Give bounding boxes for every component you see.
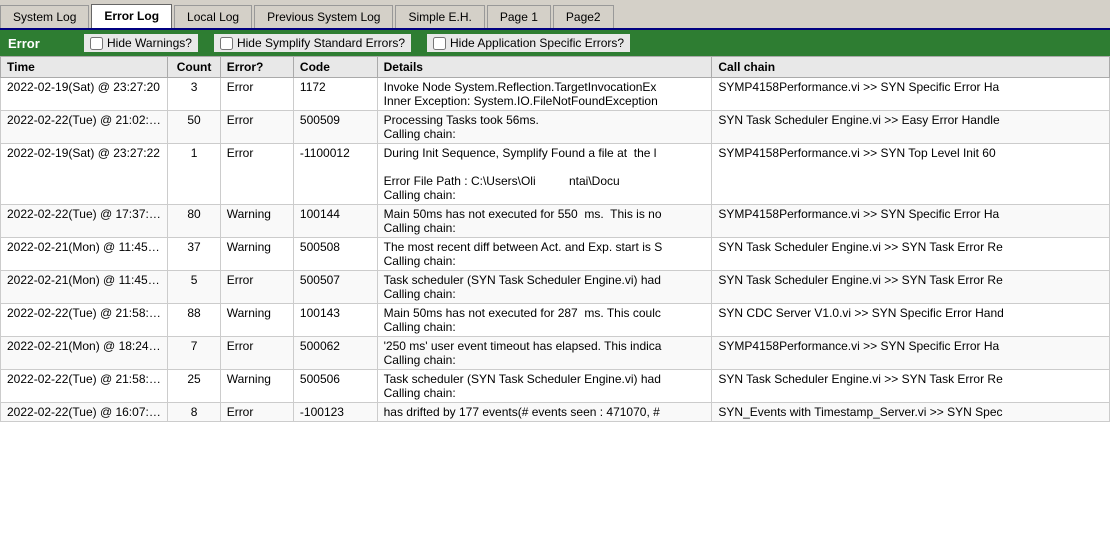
- cell-error: Error: [220, 271, 293, 304]
- cell-error: Warning: [220, 304, 293, 337]
- tab-simple-eh[interactable]: Simple E.H.: [395, 5, 484, 28]
- cell-count: 7: [168, 337, 220, 370]
- cell-chain: SYMP4158Performance.vi >> SYN Specific E…: [712, 205, 1110, 238]
- cell-chain: SYN CDC Server V1.0.vi >> SYN Specific E…: [712, 304, 1110, 337]
- cell-chain: SYN Task Scheduler Engine.vi >> Easy Err…: [712, 111, 1110, 144]
- cell-count: 1: [168, 144, 220, 205]
- cell-error: Warning: [220, 205, 293, 238]
- cell-details: Main 50ms has not executed for 550 ms. T…: [377, 205, 712, 238]
- table-row[interactable]: 2022-02-22(Tue) @ 17:37:4180Warning10014…: [1, 205, 1110, 238]
- cell-chain: SYN_Events with Timestamp_Server.vi >> S…: [712, 403, 1110, 422]
- cell-details: Processing Tasks took 56ms. Calling chai…: [377, 111, 712, 144]
- cell-code: 100144: [293, 205, 377, 238]
- log-table-container: Time Count Error? Code Details Call chai…: [0, 56, 1110, 538]
- tab-page2[interactable]: Page2: [553, 5, 614, 28]
- cell-error: Error: [220, 403, 293, 422]
- cell-error: Warning: [220, 370, 293, 403]
- table-row[interactable]: 2022-02-21(Mon) @ 11:45:1537Warning50050…: [1, 238, 1110, 271]
- cell-time: 2022-02-21(Mon) @ 11:45:16: [1, 271, 168, 304]
- cell-count: 5: [168, 271, 220, 304]
- cell-chain: SYN Task Scheduler Engine.vi >> SYN Task…: [712, 370, 1110, 403]
- cell-details: The most recent diff between Act. and Ex…: [377, 238, 712, 271]
- cell-code: 500508: [293, 238, 377, 271]
- tab-local-log[interactable]: Local Log: [174, 5, 252, 28]
- cell-time: 2022-02-22(Tue) @ 21:58:18: [1, 304, 168, 337]
- filter-bar: Error Hide Warnings? Hide Symplify Stand…: [0, 30, 1110, 56]
- cell-chain: SYN Task Scheduler Engine.vi >> SYN Task…: [712, 271, 1110, 304]
- table-row[interactable]: 2022-02-22(Tue) @ 21:58:1925Warning50050…: [1, 370, 1110, 403]
- table-row[interactable]: 2022-02-22(Tue) @ 21:02:3050Error500509P…: [1, 111, 1110, 144]
- cell-time: 2022-02-21(Mon) @ 18:24:41: [1, 337, 168, 370]
- cell-chain: SYMP4158Performance.vi >> SYN Top Level …: [712, 144, 1110, 205]
- hide-app-filter[interactable]: Hide Application Specific Errors?: [427, 34, 630, 52]
- col-header-time: Time: [1, 57, 168, 78]
- col-header-code: Code: [293, 57, 377, 78]
- col-header-error: Error?: [220, 57, 293, 78]
- cell-code: 100143: [293, 304, 377, 337]
- cell-count: 80: [168, 205, 220, 238]
- cell-code: 500507: [293, 271, 377, 304]
- cell-time: 2022-02-19(Sat) @ 23:27:20: [1, 78, 168, 111]
- hide-symplify-checkbox[interactable]: [220, 37, 233, 50]
- table-row[interactable]: 2022-02-19(Sat) @ 23:27:221Error-1100012…: [1, 144, 1110, 205]
- table-row[interactable]: 2022-02-22(Tue) @ 16:07:338Error-100123h…: [1, 403, 1110, 422]
- table-row[interactable]: 2022-02-21(Mon) @ 11:45:165Error500507Ta…: [1, 271, 1110, 304]
- cell-error: Error: [220, 144, 293, 205]
- log-table-body: 2022-02-19(Sat) @ 23:27:203Error1172Invo…: [1, 78, 1110, 422]
- hide-warnings-filter[interactable]: Hide Warnings?: [84, 34, 198, 52]
- cell-count: 88: [168, 304, 220, 337]
- cell-chain: SYN Task Scheduler Engine.vi >> SYN Task…: [712, 238, 1110, 271]
- cell-time: 2022-02-19(Sat) @ 23:27:22: [1, 144, 168, 205]
- cell-code: -100123: [293, 403, 377, 422]
- cell-details: Task scheduler (SYN Task Scheduler Engin…: [377, 271, 712, 304]
- cell-error: Error: [220, 78, 293, 111]
- cell-count: 50: [168, 111, 220, 144]
- col-header-details: Details: [377, 57, 712, 78]
- cell-details: Invoke Node System.Reflection.TargetInvo…: [377, 78, 712, 111]
- cell-error: Error: [220, 337, 293, 370]
- cell-time: 2022-02-22(Tue) @ 17:37:41: [1, 205, 168, 238]
- cell-code: 500506: [293, 370, 377, 403]
- col-header-count: Count: [168, 57, 220, 78]
- cell-count: 37: [168, 238, 220, 271]
- tab-previous-system-log[interactable]: Previous System Log: [254, 5, 393, 28]
- hide-symplify-label: Hide Symplify Standard Errors?: [237, 36, 405, 50]
- tab-error-log[interactable]: Error Log: [91, 4, 172, 28]
- hide-app-checkbox[interactable]: [433, 37, 446, 50]
- cell-code: -1100012: [293, 144, 377, 205]
- hide-symplify-filter[interactable]: Hide Symplify Standard Errors?: [214, 34, 411, 52]
- cell-details: During Init Sequence, Symplify Found a f…: [377, 144, 712, 205]
- cell-details: has drifted by 177 events(# events seen …: [377, 403, 712, 422]
- cell-time: 2022-02-21(Mon) @ 11:45:15: [1, 238, 168, 271]
- cell-count: 8: [168, 403, 220, 422]
- cell-code: 500509: [293, 111, 377, 144]
- cell-time: 2022-02-22(Tue) @ 21:58:19: [1, 370, 168, 403]
- table-header-row: Time Count Error? Code Details Call chai…: [1, 57, 1110, 78]
- cell-details: Task scheduler (SYN Task Scheduler Engin…: [377, 370, 712, 403]
- tab-bar: System Log Error Log Local Log Previous …: [0, 0, 1110, 30]
- cell-time: 2022-02-22(Tue) @ 21:02:30: [1, 111, 168, 144]
- table-row[interactable]: 2022-02-21(Mon) @ 18:24:417Error500062'2…: [1, 337, 1110, 370]
- cell-error: Error: [220, 111, 293, 144]
- cell-count: 3: [168, 78, 220, 111]
- hide-app-label: Hide Application Specific Errors?: [450, 36, 624, 50]
- cell-details: '250 ms' user event timeout has elapsed.…: [377, 337, 712, 370]
- cell-count: 25: [168, 370, 220, 403]
- tab-page1[interactable]: Page 1: [487, 5, 551, 28]
- col-header-chain: Call chain: [712, 57, 1110, 78]
- hide-warnings-checkbox[interactable]: [90, 37, 103, 50]
- cell-code: 1172: [293, 78, 377, 111]
- table-row[interactable]: 2022-02-19(Sat) @ 23:27:203Error1172Invo…: [1, 78, 1110, 111]
- cell-chain: SYMP4158Performance.vi >> SYN Specific E…: [712, 78, 1110, 111]
- cell-error: Warning: [220, 238, 293, 271]
- hide-warnings-label: Hide Warnings?: [107, 36, 192, 50]
- cell-chain: SYMP4158Performance.vi >> SYN Specific E…: [712, 337, 1110, 370]
- filter-section-label: Error: [8, 36, 68, 51]
- log-table: Time Count Error? Code Details Call chai…: [0, 56, 1110, 422]
- tab-system-log[interactable]: System Log: [0, 5, 89, 28]
- cell-code: 500062: [293, 337, 377, 370]
- cell-details: Main 50ms has not executed for 287 ms. T…: [377, 304, 712, 337]
- table-row[interactable]: 2022-02-22(Tue) @ 21:58:1888Warning10014…: [1, 304, 1110, 337]
- cell-time: 2022-02-22(Tue) @ 16:07:33: [1, 403, 168, 422]
